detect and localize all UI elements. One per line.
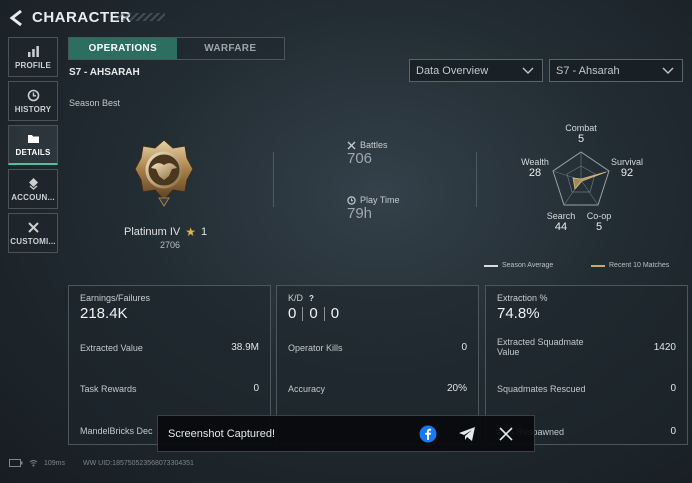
battles-stat: Battles 706: [347, 140, 388, 167]
radar-axis-wealth: Wealth 28: [521, 157, 549, 179]
radar-axis-combat: Combat 5: [565, 123, 597, 145]
status-footer: 109ms WW UID:18575052356807330435​1: [9, 459, 194, 467]
season-name: S7 - AHSARAH: [69, 67, 140, 78]
diamond-stack-icon: [28, 177, 38, 190]
back-arrow-icon[interactable]: [8, 9, 26, 27]
paper-plane-icon: [459, 426, 475, 441]
toast-message: Screenshot Captured!: [168, 427, 276, 440]
mode-tabs: OPERATIONS WARFARE: [68, 37, 285, 60]
platinum-rank-medal-icon: [134, 139, 194, 207]
sidebar-item-profile[interactable]: PROFILE: [8, 37, 58, 77]
star-icon: ★: [185, 225, 197, 239]
kd-values: 000: [288, 305, 340, 322]
clock-icon: [347, 195, 356, 205]
sidebar-item-history[interactable]: HISTORY: [8, 81, 58, 121]
wifi-icon: [29, 460, 38, 467]
close-icon: [499, 426, 513, 441]
rank-points: 2706: [160, 240, 181, 250]
user-uid: WW UID:18575052356807330435​1: [83, 459, 194, 467]
battery-icon: [9, 459, 23, 467]
play-time-label: Play Time: [360, 195, 400, 205]
telegram-share-button[interactable]: [456, 423, 478, 445]
tab-operations[interactable]: OPERATIONS: [69, 38, 177, 59]
season-selected: S7 - Ahsarah: [556, 64, 620, 77]
sidebar-item-label: HISTORY: [14, 104, 52, 114]
play-time-stat: Play Time 79h: [347, 195, 400, 222]
help-icon[interactable]: ?: [309, 294, 318, 303]
card-header: K/D?: [288, 293, 318, 303]
sidebar-item-label: CUSTOMI...: [10, 236, 56, 246]
sidebar-item-customization[interactable]: CUSTOMI...: [8, 213, 58, 253]
chevron-down-icon: [662, 67, 674, 74]
sidebar-item-label: PROFILE: [14, 60, 52, 70]
rank-stars: 1: [201, 226, 208, 238]
crossed-tools-icon: [27, 221, 39, 233]
radar-axis-coop: Co-op 5: [586, 211, 612, 233]
stat-row: Accuracy 20%: [288, 383, 467, 394]
screenshot-toast: Screenshot Captured!: [157, 415, 535, 452]
stat-row: Extracted Squadmate Value 1420: [497, 337, 676, 357]
rank-name: Platinum IV: [124, 226, 181, 238]
facebook-share-button[interactable]: [417, 423, 439, 445]
radar-axis-search: Search 44: [546, 211, 576, 233]
bar-chart-icon: [27, 45, 39, 57]
facebook-icon: [419, 425, 437, 442]
folder-icon: [27, 135, 39, 143]
ability-radar-chart: [552, 151, 610, 206]
divider: [476, 152, 477, 207]
stat-row: Squadmates Rescued 0: [497, 383, 676, 394]
data-view-selected: Data Overview: [416, 64, 489, 77]
tab-warfare[interactable]: WARFARE: [176, 38, 284, 59]
sidebar-item-label: DETAILS: [15, 148, 51, 157]
divider: [273, 152, 274, 207]
earnings-value: 218.4K: [80, 305, 128, 322]
sidebar-item-details[interactable]: DETAILS: [8, 125, 58, 165]
play-time-value: 79h: [347, 205, 373, 222]
battles-value: 706: [347, 150, 373, 167]
sidebar-item-label: ACCOUN...: [11, 192, 55, 202]
stat-row: Task Rewards 0: [80, 383, 259, 394]
season-dropdown[interactable]: S7 - Ahsarah: [549, 59, 683, 82]
chevron-down-icon: [522, 67, 534, 74]
card-header: Extraction %: [497, 293, 548, 303]
ping-value: 109ms: [44, 459, 66, 467]
rank-line: Platinum IV ★ 1: [124, 225, 207, 239]
extraction-value: 74.8%: [497, 305, 540, 322]
stat-row: Operator Kills 0: [288, 342, 467, 353]
battles-label: Battles: [360, 140, 388, 150]
close-toast-button[interactable]: [495, 423, 517, 445]
title-decoration: [115, 13, 165, 21]
recent-matches-shape: [572, 171, 607, 190]
data-view-dropdown[interactable]: Data Overview: [409, 59, 543, 82]
radar-axis-survival: Survival 92: [610, 157, 643, 179]
stat-row: Extracted Value 38.9M: [80, 342, 259, 353]
crossed-swords-icon: [347, 141, 356, 149]
legend-season-average: Season Average: [484, 262, 553, 269]
legend-recent-matches: Recent 10 Matches: [591, 262, 669, 269]
card-header: Earnings/Failures: [80, 293, 151, 303]
clock-icon: [27, 89, 39, 101]
season-best-label: Season Best: [69, 98, 121, 108]
sidebar-item-account[interactable]: ACCOUN...: [8, 169, 58, 209]
